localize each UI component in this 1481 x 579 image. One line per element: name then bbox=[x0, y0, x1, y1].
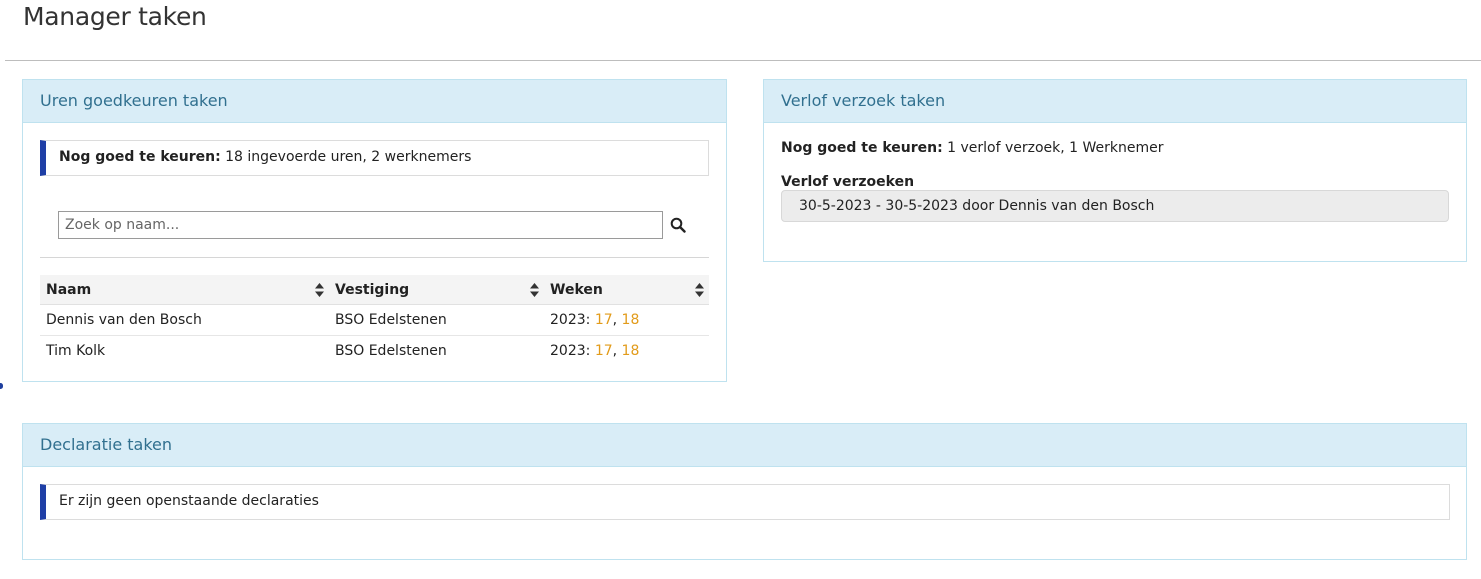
leave-list-label: Verlof verzoeken bbox=[781, 174, 915, 190]
table-row: Tim Kolk BSO Edelstenen 2023: 17, 18 bbox=[40, 336, 709, 367]
sort-icon[interactable] bbox=[695, 283, 704, 297]
employee-location: BSO Edelstenen bbox=[335, 343, 447, 359]
leave-request-panel: Verlof verzoek taken Nog goed te keuren:… bbox=[763, 79, 1467, 262]
employee-name: Dennis van den Bosch bbox=[46, 312, 202, 328]
week-link[interactable]: 17 bbox=[595, 343, 613, 359]
column-header-location[interactable]: Vestiging bbox=[335, 282, 409, 298]
search-row bbox=[58, 211, 692, 239]
hours-summary-note: Nog goed te keuren: 18 ingevoerde uren, … bbox=[40, 140, 709, 176]
leave-request-item[interactable]: 30-5-2023 - 30-5-2023 door Dennis van de… bbox=[781, 190, 1449, 222]
weeks-cell: 2023: 17, 18 bbox=[550, 343, 639, 359]
leave-panel-title: Verlof verzoek taken bbox=[764, 80, 1466, 123]
search-input[interactable] bbox=[58, 211, 663, 239]
weeks-cell: 2023: 17, 18 bbox=[550, 312, 639, 328]
week-separator: , bbox=[612, 343, 622, 359]
table-row: Dennis van den Bosch BSO Edelstenen 2023… bbox=[40, 305, 709, 336]
week-year: 2023: bbox=[550, 343, 591, 359]
week-separator: , bbox=[612, 312, 622, 328]
declaration-note: Er zijn geen openstaande declaraties bbox=[40, 484, 1450, 520]
leave-summary-value: 1 verlof verzoek, 1 Werknemer bbox=[947, 140, 1164, 156]
section-divider bbox=[40, 257, 709, 258]
hours-summary-value: 18 ingevoerde uren, 2 werknemers bbox=[225, 149, 472, 165]
declaration-panel: Declaratie taken Er zijn geen openstaand… bbox=[22, 423, 1467, 560]
declaration-panel-title: Declaratie taken bbox=[23, 424, 1466, 467]
leave-summary-label: Nog goed te keuren: bbox=[781, 140, 943, 156]
hours-table: Naam Vestiging Weken Dennis van den Bosc… bbox=[40, 275, 709, 367]
hours-panel-title: Uren goedkeuren taken bbox=[23, 80, 726, 123]
column-header-name[interactable]: Naam bbox=[46, 282, 91, 298]
week-year: 2023: bbox=[550, 312, 591, 328]
week-link[interactable]: 17 bbox=[595, 312, 613, 328]
page-title: Manager taken bbox=[23, 2, 207, 31]
employee-name: Tim Kolk bbox=[46, 343, 106, 359]
sort-icon[interactable] bbox=[530, 283, 539, 297]
sort-icon[interactable] bbox=[315, 283, 324, 297]
declaration-message: Er zijn geen openstaande declaraties bbox=[59, 493, 319, 509]
hours-summary-label: Nog goed te keuren: bbox=[59, 149, 221, 165]
leave-summary: Nog goed te keuren: 1 verlof verzoek, 1 … bbox=[781, 140, 1164, 156]
title-divider bbox=[5, 60, 1481, 61]
edge-indicator bbox=[0, 383, 3, 389]
week-link[interactable]: 18 bbox=[622, 312, 640, 328]
column-header-weeks[interactable]: Weken bbox=[550, 282, 603, 298]
table-header: Naam Vestiging Weken bbox=[40, 275, 709, 305]
employee-location: BSO Edelstenen bbox=[335, 312, 447, 328]
search-icon[interactable] bbox=[670, 217, 686, 233]
week-link[interactable]: 18 bbox=[622, 343, 640, 359]
hours-approval-panel: Uren goedkeuren taken Nog goed te keuren… bbox=[22, 79, 727, 382]
